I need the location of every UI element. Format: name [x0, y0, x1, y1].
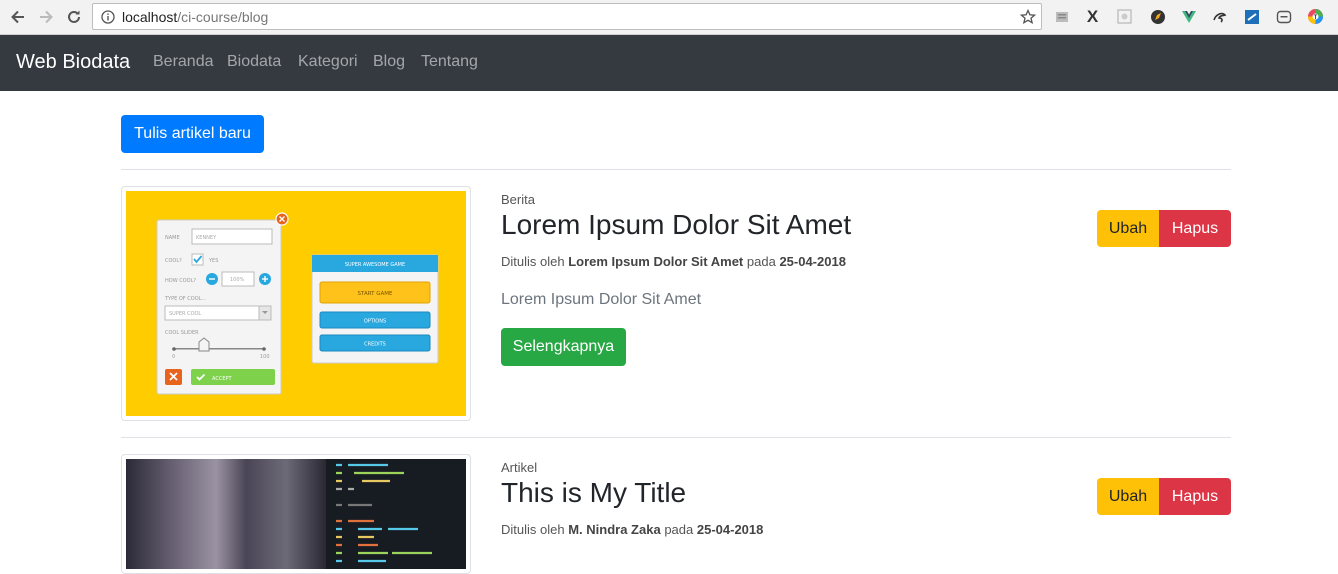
img-options: OPTIONS: [364, 319, 386, 325]
divider: [121, 437, 1231, 438]
extension-reader-icon[interactable]: [1053, 8, 1070, 25]
code-photo-image: [126, 459, 466, 569]
url-host: localhost: [122, 8, 178, 25]
address-bar[interactable]: localhost/ci-course/blog: [92, 3, 1042, 30]
meta-written-by: Ditulis oleh: [501, 254, 565, 269]
img-slider-max: 100: [260, 354, 270, 360]
site-navbar: Web Biodata Beranda Biodata Kategori Blo…: [0, 35, 1338, 91]
post-date: 25-04-2018: [696, 522, 764, 537]
divider: [121, 169, 1231, 170]
img-label-slider: COOL SLIDER: [165, 330, 199, 336]
delete-button[interactable]: Hapus: [1159, 210, 1231, 247]
nav-link-kategori[interactable]: Kategori: [298, 53, 358, 71]
extension-compass-icon[interactable]: [1149, 8, 1166, 25]
img-label-type: TYPE OF COOL...: [164, 296, 207, 302]
svg-text:T: T: [1314, 15, 1318, 21]
back-button[interactable]: [6, 5, 30, 29]
nav-link-biodata[interactable]: Biodata: [227, 53, 281, 71]
img-credits: CREDITS: [364, 342, 386, 348]
post-author: M. Nindra Zaka: [568, 522, 661, 537]
post-author: Lorem Ipsum Dolor Sit Amet: [568, 254, 744, 269]
delete-button[interactable]: Hapus: [1159, 478, 1231, 515]
post-category: Artikel: [501, 460, 538, 475]
bookmark-star-icon[interactable]: [1020, 9, 1036, 25]
post-meta: Ditulis oleh Lorem Ipsum Dolor Sit Amet …: [501, 254, 846, 269]
img-label-how-cool: HOW COOL?: [165, 278, 196, 284]
img-game-title: SUPER AWESOME GAME: [345, 262, 405, 268]
meta-on: pada: [664, 522, 694, 537]
img-slider-min: 0: [172, 354, 175, 360]
reload-icon: [68, 10, 80, 23]
extension-s-icon[interactable]: [1243, 8, 1260, 25]
img-cool-yes: YES: [208, 258, 218, 264]
edit-button[interactable]: Ubah: [1097, 478, 1159, 515]
post-category: Berita: [501, 192, 535, 207]
img-label-name: NAME: [165, 235, 180, 241]
img-name-value: KENNEY: [196, 235, 217, 241]
nav-link-beranda[interactable]: Beranda: [153, 53, 214, 71]
extension-x-icon[interactable]: X: [1084, 7, 1101, 26]
nav-link-blog[interactable]: Blog: [373, 53, 405, 71]
url-path: /ci-course/blog: [177, 8, 269, 25]
extension-color-icon[interactable]: T: [1307, 8, 1324, 25]
post-meta: Ditulis oleh M. Nindra Zaka pada 25-04-2…: [501, 522, 763, 537]
extension-chat-icon[interactable]: [1275, 8, 1292, 25]
browser-toolbar: localhost/ci-course/blog X T: [0, 0, 1338, 35]
arrow-left-icon: [11, 10, 24, 24]
new-article-button[interactable]: Tulis artikel baru: [121, 115, 264, 153]
arrow-right-icon: [40, 10, 53, 24]
meta-on: pada: [746, 254, 776, 269]
img-how-cool-value: 100%: [230, 277, 245, 283]
post-thumbnail[interactable]: NAME KENNEY COOL? YES HOW COOL? 100% TYP…: [121, 186, 471, 421]
post-title[interactable]: Lorem Ipsum Dolor Sit Amet: [501, 209, 851, 241]
post-excerpt: Lorem Ipsum Dolor Sit Amet: [501, 291, 702, 308]
edit-button[interactable]: Ubah: [1097, 210, 1159, 247]
img-accept: ACCEPT: [212, 376, 232, 382]
nav-link-tentang[interactable]: Tentang: [421, 53, 478, 71]
img-label-cool: COOL?: [165, 258, 182, 264]
extension-swirl-icon[interactable]: [1211, 8, 1228, 25]
post-date: 25-04-2018: [779, 254, 846, 269]
post-title[interactable]: This is My Title: [501, 477, 686, 509]
extension-grid-icon[interactable]: [1116, 8, 1133, 25]
reload-button[interactable]: [62, 5, 86, 29]
img-type-value: SUPER COOL: [169, 311, 201, 317]
meta-written-by: Ditulis oleh: [501, 522, 565, 537]
post-thumbnail[interactable]: [121, 454, 471, 574]
info-icon[interactable]: [101, 9, 115, 24]
read-more-button[interactable]: Selengkapnya: [501, 328, 626, 366]
forward-button[interactable]: [34, 5, 58, 29]
extension-vue-icon[interactable]: [1180, 8, 1197, 25]
game-ui-image: NAME KENNEY COOL? YES HOW COOL? 100% TYP…: [126, 191, 466, 416]
img-start: START GAME: [358, 291, 393, 297]
navbar-brand[interactable]: Web Biodata: [16, 51, 130, 74]
